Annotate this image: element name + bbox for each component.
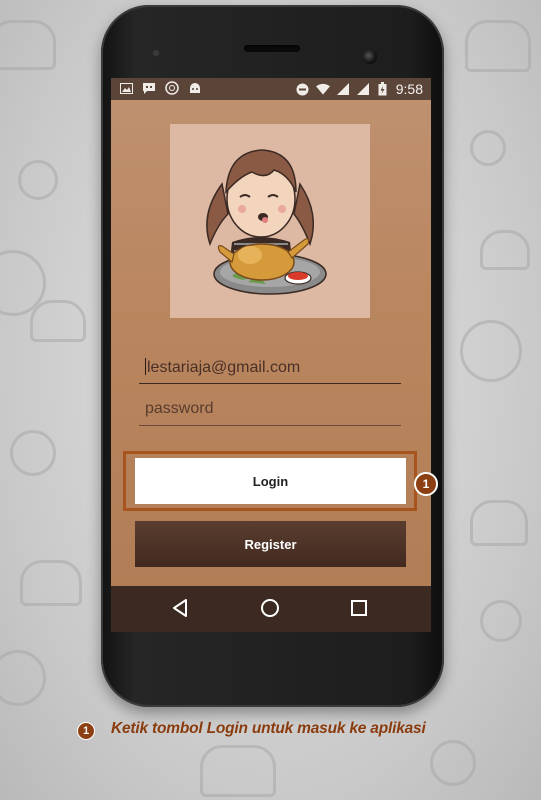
- signal-icon: [336, 82, 350, 96]
- status-time: 9:58: [395, 81, 423, 97]
- do-not-disturb-icon: [296, 82, 310, 96]
- register-button[interactable]: Register: [135, 521, 406, 567]
- status-bar: 9:58: [111, 78, 431, 100]
- earpiece-speaker: [244, 45, 300, 52]
- chat-icon: [142, 81, 156, 95]
- back-icon[interactable]: [169, 597, 191, 619]
- text-cursor: [145, 358, 146, 375]
- register-label: Register: [244, 536, 297, 552]
- signal-icon-2: [356, 82, 370, 96]
- navigation-bar: [111, 586, 431, 632]
- battery-icon: [376, 82, 390, 96]
- home-icon[interactable]: [259, 597, 281, 619]
- android-icon: [188, 81, 202, 95]
- login-highlight-frame: [123, 451, 417, 511]
- password-placeholder: password: [145, 400, 214, 417]
- password-field[interactable]: password: [139, 400, 401, 426]
- instruction-caption: Ketik tombol Login untuk masuk ke aplika…: [111, 720, 426, 737]
- front-camera: [363, 50, 377, 64]
- caption-step-badge: 1: [77, 722, 95, 740]
- ubuntu-icon: [165, 81, 179, 95]
- app-screen: 9:58 lestariaja@gmail.com password Login…: [111, 78, 431, 632]
- wifi-icon: [315, 82, 330, 96]
- email-field[interactable]: lestariaja@gmail.com: [139, 358, 401, 384]
- sensor-dot: [153, 50, 159, 56]
- step-badge: 1: [414, 472, 438, 496]
- image-icon: [119, 81, 133, 95]
- app-logo-illustration: [170, 124, 370, 318]
- email-value: lestariaja@gmail.com: [147, 359, 301, 376]
- recents-icon[interactable]: [348, 597, 370, 619]
